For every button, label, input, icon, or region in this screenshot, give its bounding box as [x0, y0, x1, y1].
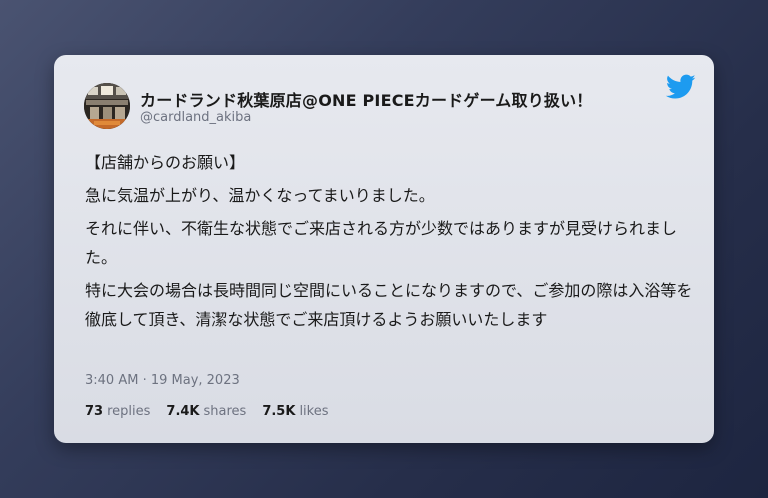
- tweet-card: カードランド秋葉原店@ONE PIECEカードゲーム取り扱い！ @cardlan…: [54, 55, 714, 443]
- tweet-line: それに伴い、不衛生な状態でご来店される方が少数ではありますが見受けられました。: [85, 219, 678, 267]
- shares-label: shares: [203, 404, 247, 419]
- user-handle[interactable]: @cardland_akiba: [140, 110, 251, 125]
- replies-count: 73: [85, 404, 104, 419]
- shares-stat[interactable]: 7.4K shares: [166, 404, 246, 419]
- replies-stat[interactable]: 73 replies: [85, 404, 150, 419]
- display-name[interactable]: カードランド秋葉原店@ONE PIECEカードゲーム取り扱い！: [140, 87, 593, 111]
- twitter-bird-icon[interactable]: [666, 74, 696, 100]
- tweet-line: 急に気温が上がり、温かくなってまいりました。: [85, 186, 435, 205]
- avatar-image: [84, 83, 130, 129]
- likes-label: likes: [299, 404, 329, 419]
- shares-count: 7.4K: [166, 404, 200, 419]
- avatar[interactable]: [84, 83, 130, 129]
- tweet-line: 特に大会の場合は長時間同じ空間にいることになりますので、ご参加の際は入浴等を徹底…: [85, 281, 693, 329]
- replies-label: replies: [107, 404, 151, 419]
- tweet-body: 【店舗からのお願い】 急に気温が上がり、温かくなってまいりました。 それに伴い、…: [85, 148, 695, 338]
- tweet-stats: 73 replies 7.4K shares 7.5K likes: [85, 404, 329, 419]
- tweet-timestamp[interactable]: 3:40 AM · 19 May, 2023: [85, 373, 240, 388]
- likes-count: 7.5K: [262, 404, 296, 419]
- tweet-line: 【店舗からのお願い】: [85, 153, 246, 172]
- likes-stat[interactable]: 7.5K likes: [262, 404, 328, 419]
